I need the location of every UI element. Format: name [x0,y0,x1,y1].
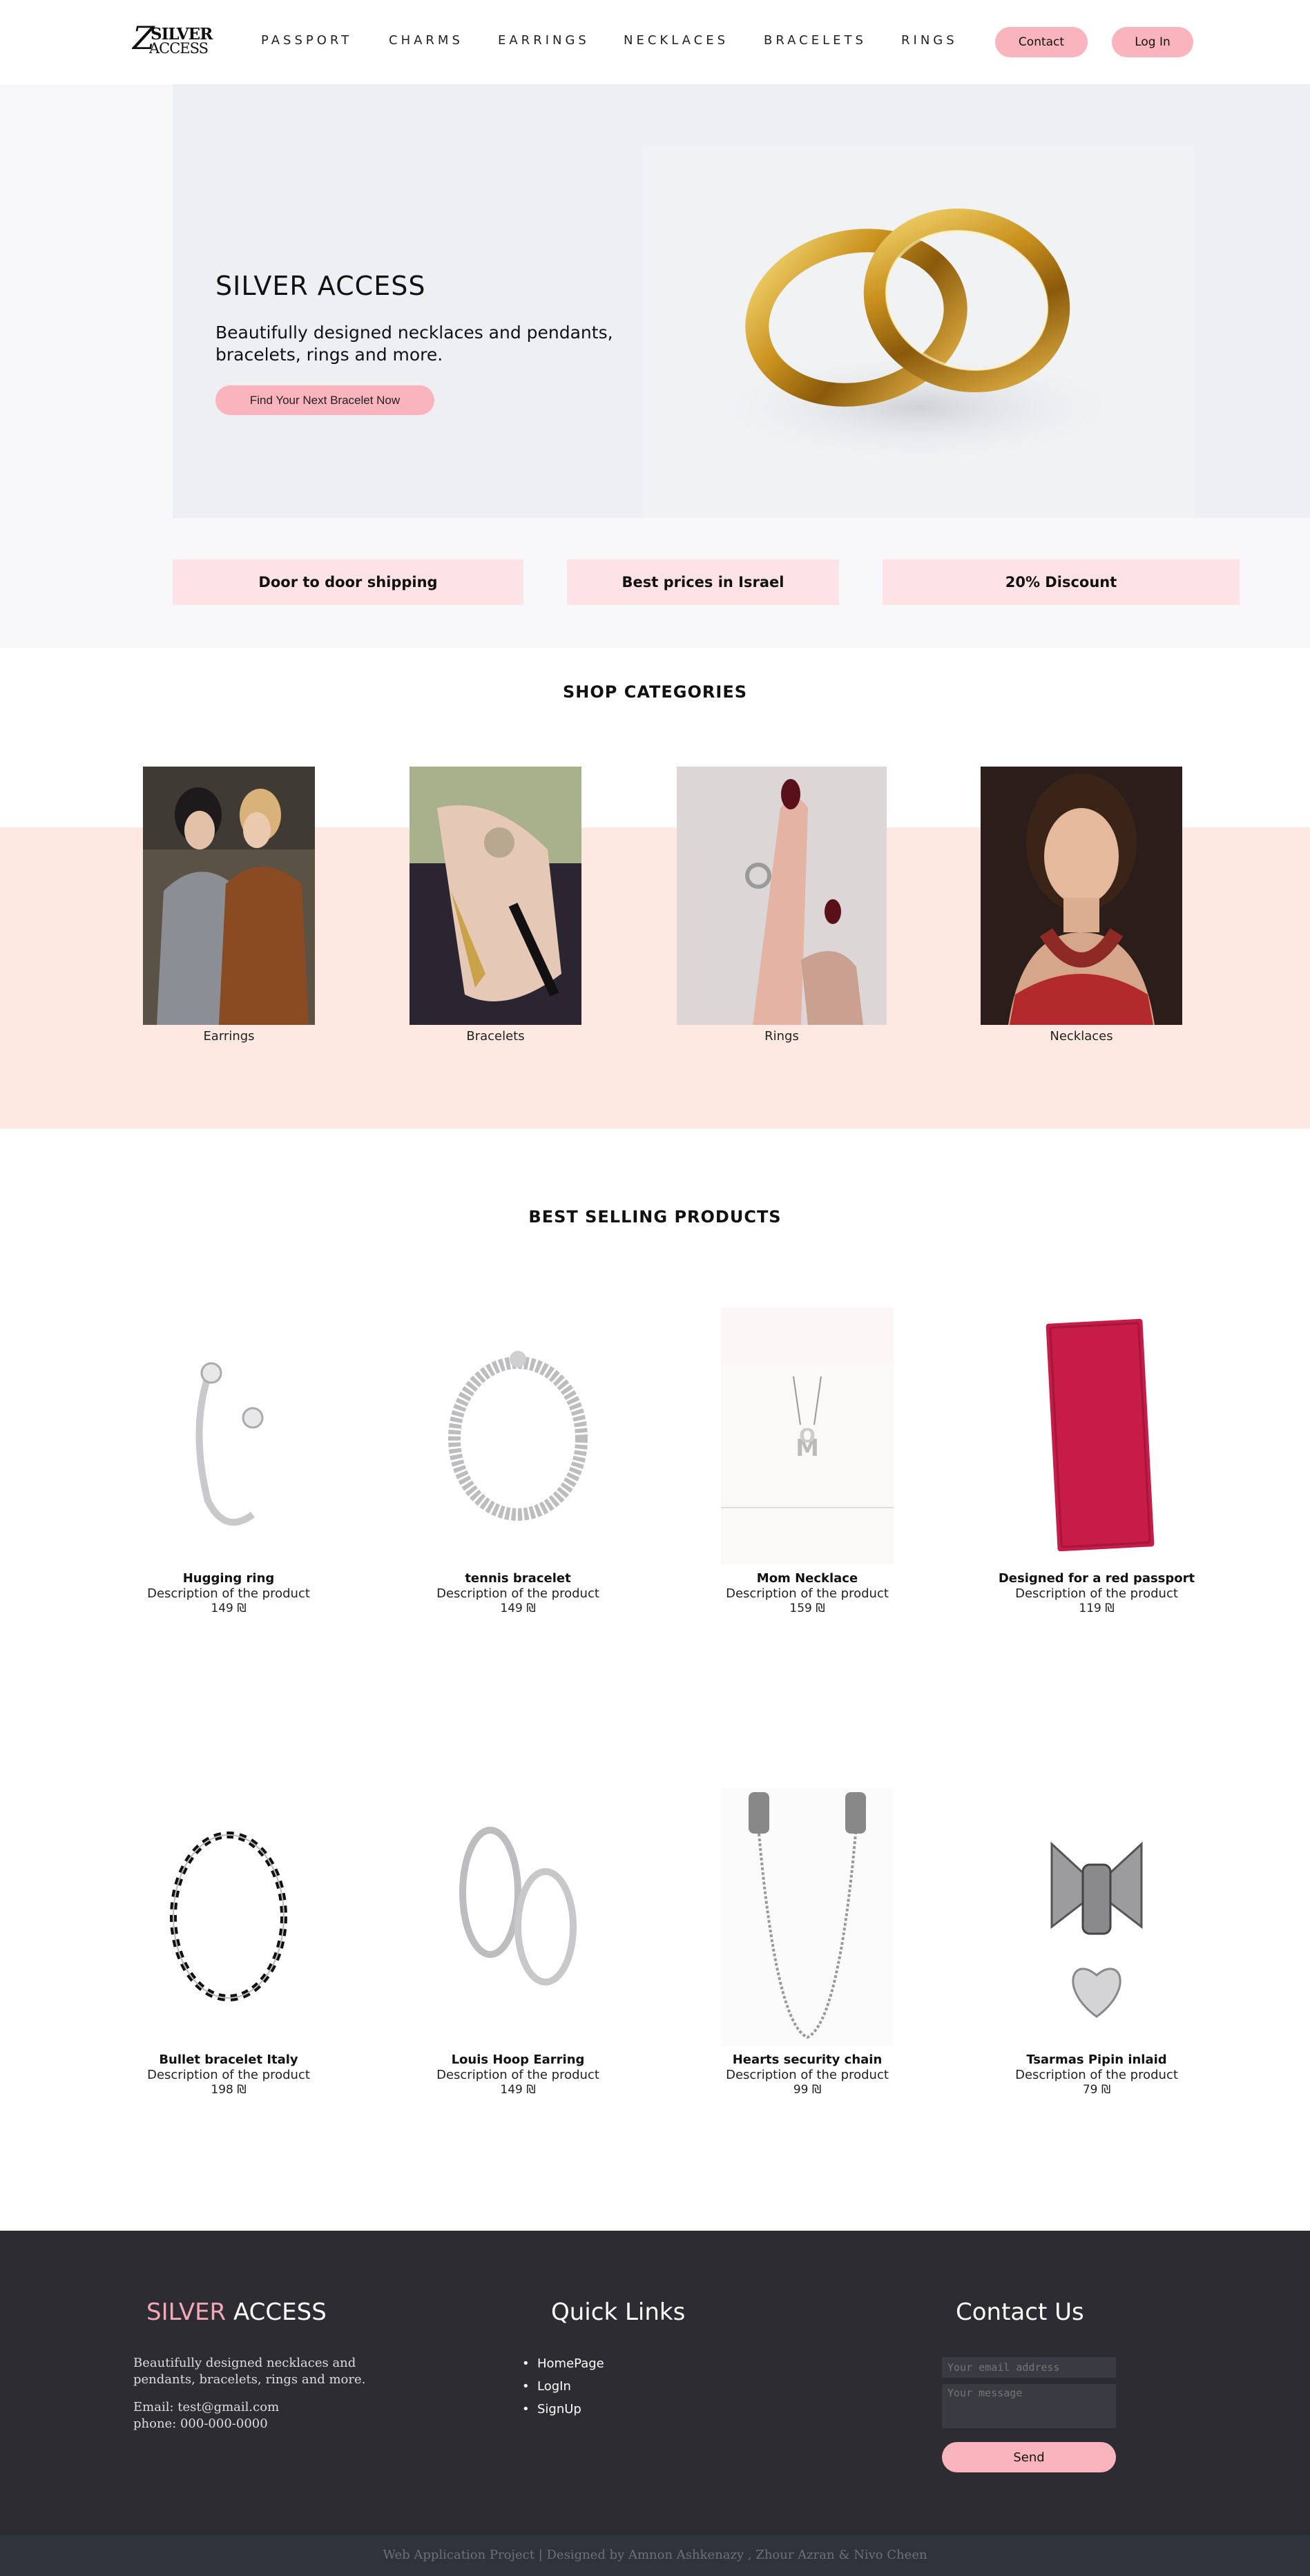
category-necklaces-label[interactable]: Necklaces [981,1029,1182,1044]
product-image-bullet-bracelet[interactable] [142,1789,315,2046]
category-bracelets-label[interactable]: Bracelets [410,1029,581,1044]
feature-shipping: Door to door shipping [173,559,523,605]
footer-about: Beautifully designed necklaces and penda… [133,2356,366,2387]
hero-title: SILVER ACCESS [215,271,426,301]
gold-rings-image [642,145,1195,518]
product-name[interactable]: Hugging ring [125,1571,332,1586]
product-image-hugging-ring[interactable] [142,1307,315,1564]
contact-us-title: Contact Us [956,2298,1084,2326]
product-name[interactable]: Bullet bracelet Italy [125,2053,332,2067]
login-button[interactable]: Log In [1112,27,1193,57]
product-image-red-passport[interactable] [1010,1307,1183,1564]
product-description: Description of the product [436,2068,599,2082]
footer-phone: phone: 000-000-0000 [133,2416,268,2431]
product-image-hearts-chain[interactable] [721,1789,894,2046]
feature-prices: Best prices in Israel [567,559,839,605]
product-description: Description of the product [436,1586,599,1601]
site-header: Z SILVER ACCESS PASSPORT CHARMS EARRINGS… [0,0,1310,84]
product-price: 149 ₪ [211,1602,247,1615]
site-logo[interactable]: Z SILVER ACCESS [133,22,222,58]
footer-email-input[interactable] [942,2357,1116,2378]
product-price: 159 ₪ [789,1602,825,1615]
logo-line-2: ACCESS [149,40,209,57]
category-bracelets-image[interactable] [410,767,581,1025]
product-price: 119 ₪ [1079,1602,1115,1615]
category-earrings-image[interactable] [143,767,315,1025]
category-earrings-label[interactable]: Earrings [143,1029,315,1044]
product-description: Description of the product [726,2068,889,2082]
product-price: 149 ₪ [500,1602,536,1615]
product-name[interactable]: Mom Necklace [704,1571,911,1586]
nav-bracelets[interactable]: BRACELETS [764,33,867,48]
footer-link-login[interactable]: LogIn [522,2379,571,2394]
product-name[interactable]: Designed for a red passport [993,1571,1200,1586]
footer-link-signup[interactable]: SignUp [522,2402,581,2416]
product-description: Description of the product [147,1586,310,1601]
nav-earrings[interactable]: EARRINGS [498,33,590,48]
find-bracelet-button[interactable]: Find Your Next Bracelet Now [215,385,434,415]
category-rings-image[interactable] [677,767,887,1025]
product-description: Description of the product [726,1586,889,1601]
product-image-hoop-earring[interactable] [432,1789,604,2046]
nav-charms[interactable]: CHARMS [389,33,463,48]
categories-title: SHOP CATEGORIES [563,682,747,702]
product-price: 99 ₪ [793,2083,822,2097]
product-name[interactable]: Tsarmas Pipin inlaid [993,2053,1200,2067]
hero-subtitle: Beautifully designed necklaces and penda… [215,323,613,365]
footer-credits: Web Application Project | Designed by Am… [0,2535,1310,2576]
product-image-tennis-bracelet[interactable] [432,1307,604,1564]
product-name[interactable]: tennis bracelet [414,1571,622,1586]
nav-passport[interactable]: PASSPORT [261,33,352,48]
product-image-mom-necklace[interactable]: M O [721,1307,894,1564]
feature-discount: 20% Discount [883,559,1240,605]
nav-necklaces[interactable]: NECKLACES [624,33,729,48]
contact-button[interactable]: Contact [995,27,1088,57]
product-image-pipin-charm[interactable] [1010,1789,1183,2046]
footer-brand: SILVER ACCESS [146,2298,327,2326]
send-button[interactable]: Send [942,2442,1116,2472]
footer-link-homepage[interactable]: HomePage [522,2356,604,2371]
product-price: 198 ₪ [211,2083,247,2097]
nav-rings[interactable]: RINGS [901,33,958,48]
category-rings-label[interactable]: Rings [677,1029,887,1044]
footer-brand-access: ACCESS [233,2298,327,2326]
footer-message-input[interactable] [942,2384,1116,2428]
product-description: Description of the product [147,2068,310,2082]
product-description: Description of the product [1015,1586,1178,1601]
category-necklaces-image[interactable] [981,767,1182,1025]
product-name[interactable]: Hearts security chain [704,2053,911,2067]
hero-banner [173,84,1310,518]
svg-text:O: O [799,1424,816,1447]
products-title: BEST SELLING PRODUCTS [528,1207,782,1227]
product-description: Description of the product [1015,2068,1178,2082]
product-price: 79 ₪ [1082,2083,1111,2097]
footer-email: Email: test@gmail.com [133,2400,280,2414]
quick-links-title: Quick Links [551,2298,686,2326]
product-price: 149 ₪ [500,2083,536,2097]
product-name[interactable]: Louis Hoop Earring [414,2053,622,2067]
footer-brand-silver: SILVER [146,2298,227,2326]
